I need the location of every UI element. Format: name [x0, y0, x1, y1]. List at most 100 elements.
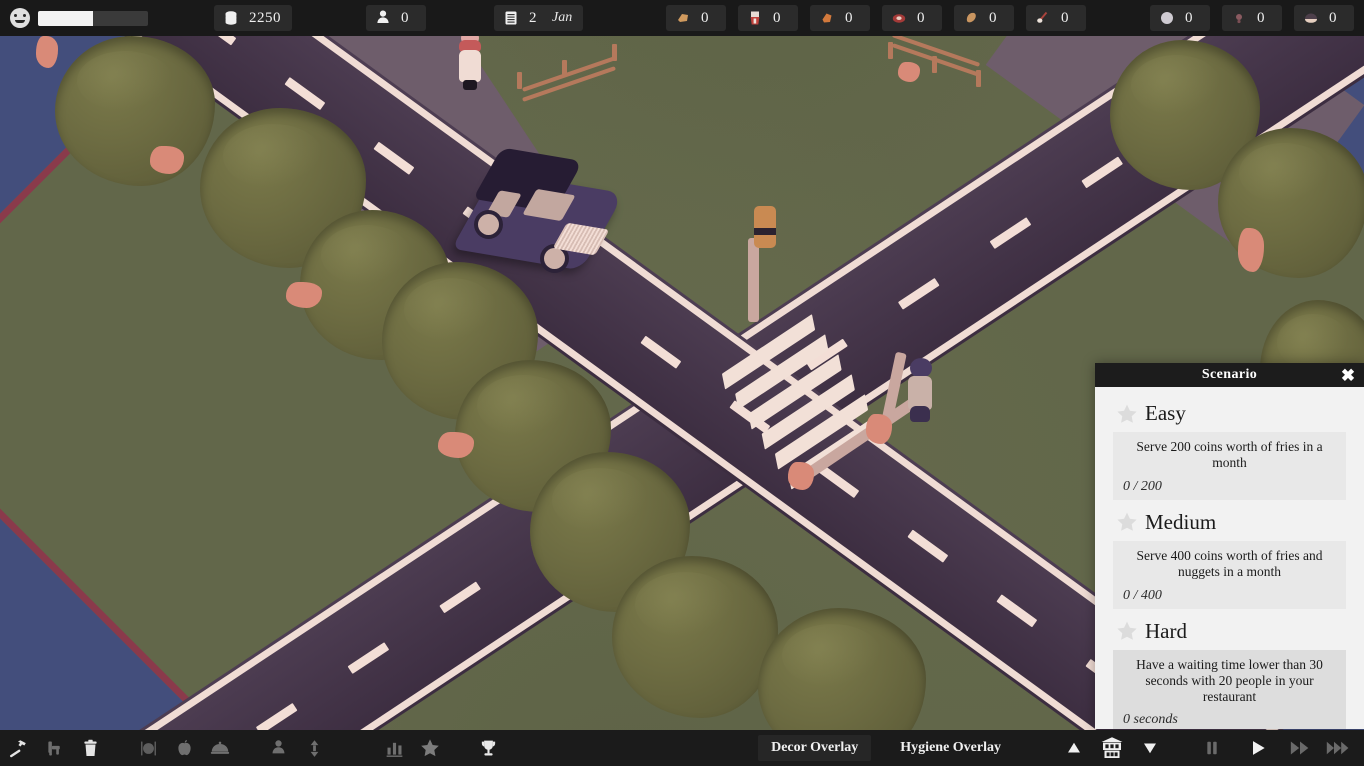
fries-box-icon: [746, 9, 764, 27]
close-icon[interactable]: ✖: [1337, 363, 1359, 387]
scenario-goal-progress: 0 seconds: [1123, 712, 1178, 728]
date-day: 2: [529, 9, 537, 26]
top-hud-bar: 2250 0 2 Jan 0 0 0 0 0 0 0 0 0: [0, 0, 1364, 36]
car-wheel-front: [544, 248, 565, 269]
calendar-icon: [502, 9, 520, 27]
money-value: 2250: [249, 9, 281, 26]
scenario-panel-header: Scenario ✖: [1095, 363, 1364, 387]
date-chip: 2 Jan: [494, 5, 584, 31]
fast-forward-icon[interactable]: [1282, 730, 1318, 766]
smiley-face-icon: [10, 8, 30, 28]
building-icon[interactable]: [1094, 730, 1130, 766]
prop-rock: [438, 432, 474, 458]
trophy-icon[interactable]: [470, 730, 506, 766]
resource-chip-sauce: 0: [1026, 5, 1086, 31]
date-month: Jan: [552, 10, 573, 25]
tree: [612, 556, 778, 718]
scenario-tier-easy: Easy: [1115, 401, 1346, 426]
floor-selector: [1056, 730, 1168, 766]
resource-value: 0: [989, 9, 997, 26]
plate-icon[interactable]: [130, 730, 166, 766]
scenario-tier-medium: Medium: [1115, 510, 1346, 535]
car-wheel-rear: [478, 214, 499, 235]
prop-rock: [286, 282, 322, 308]
scenario-tier-name: Hard: [1145, 618, 1187, 643]
scenario-goal-easy: Serve 200 coins worth of fries in a mont…: [1113, 432, 1346, 500]
resource-chip-fries: 0: [738, 5, 798, 31]
hammer-icon[interactable]: [0, 730, 36, 766]
hygiene-overlay-button[interactable]: Hygiene Overlay: [887, 735, 1014, 761]
toolbar-group-staff: [260, 730, 332, 766]
resource-value: 0: [701, 9, 709, 26]
resource-chip-dough: 0: [1150, 5, 1210, 31]
scenario-panel-title: Scenario: [1201, 367, 1258, 382]
cloche-icon[interactable]: [202, 730, 238, 766]
scenario-panel: Scenario ✖ Easy Serve 200 coins worth of…: [1095, 363, 1364, 729]
trash-icon[interactable]: [72, 730, 108, 766]
toolbar-group-stats: [376, 730, 448, 766]
berry-icon: [1230, 9, 1248, 27]
nugget-icon: [818, 9, 836, 27]
chair-icon[interactable]: [36, 730, 72, 766]
potato-icon: [674, 9, 692, 27]
scenario-tier-name: Easy: [1145, 401, 1186, 425]
population-chip: 0: [366, 5, 426, 31]
toolbar-group-menu: [130, 730, 238, 766]
resource-value: 0: [917, 9, 925, 26]
toolbar-group-goals: [470, 730, 506, 766]
resource-chip-bun: 0: [1294, 5, 1354, 31]
star-icon: [1115, 619, 1139, 643]
prop-rock: [1238, 228, 1264, 272]
scenario-goal-progress: 0 / 400: [1123, 587, 1162, 603]
apple-icon[interactable]: [166, 730, 202, 766]
resource-chip-potato: 0: [666, 5, 726, 31]
scenario-goal-description: Serve 400 coins worth of fries and nugge…: [1136, 547, 1323, 579]
tree: [55, 36, 215, 186]
resource-value: 0: [845, 9, 853, 26]
star-icon: [1115, 402, 1139, 426]
very-fast-forward-icon[interactable]: [1320, 730, 1356, 766]
money-chip: 2250: [214, 5, 292, 31]
person-icon: [374, 9, 392, 27]
resource-value: 0: [1185, 9, 1193, 26]
resource-chip-nugget: 0: [810, 5, 870, 31]
triangle-down-icon[interactable]: [1132, 730, 1168, 766]
coin-stack-icon: [222, 9, 240, 27]
resource-chip-chicken: 0: [954, 5, 1014, 31]
resource-value: 0: [1329, 9, 1337, 26]
bun-icon: [1302, 9, 1320, 27]
scenario-tier-name: Medium: [1145, 509, 1217, 534]
resource-value: 0: [1061, 9, 1069, 26]
play-icon[interactable]: [1240, 730, 1276, 766]
employee-icon[interactable]: [260, 730, 296, 766]
triangle-up-icon[interactable]: [1056, 730, 1092, 766]
resource-chip-berry: 0: [1222, 5, 1282, 31]
scenario-tier-hard: Hard: [1115, 619, 1346, 644]
prop-rock: [898, 62, 920, 82]
prop-rock: [36, 36, 58, 68]
bar-chart-icon[interactable]: [376, 730, 412, 766]
resource-value: 0: [773, 9, 781, 26]
speed-controls: [1194, 730, 1356, 766]
pause-icon[interactable]: [1194, 730, 1230, 766]
scenario-goal-medium: Serve 400 coins worth of fries and nugge…: [1113, 540, 1346, 609]
scenario-goal-hard: Have a waiting time lower than 30 second…: [1113, 649, 1346, 729]
prop-rock: [150, 146, 184, 174]
star-icon[interactable]: [412, 730, 448, 766]
happiness-bar: [38, 10, 148, 26]
happiness-bar-fill: [38, 10, 93, 26]
bottom-toolbar: Decor Overlay Hygiene Overlay: [0, 730, 1364, 766]
toolbar-group-build: [0, 730, 108, 766]
scenario-goal-progress: 0 / 200: [1123, 478, 1162, 494]
chicken-icon: [962, 9, 980, 27]
star-icon: [1115, 510, 1139, 534]
scenario-goal-description: Have a waiting time lower than 30 second…: [1136, 656, 1323, 704]
resource-chip-meat: 0: [882, 5, 942, 31]
population-value: 0: [401, 9, 409, 26]
car: [451, 147, 625, 276]
resource-value: 0: [1257, 9, 1265, 26]
decor-overlay-button[interactable]: Decor Overlay: [758, 735, 872, 761]
dough-ball-icon: [1158, 9, 1176, 27]
scenario-goal-description: Serve 200 coins worth of fries in a mont…: [1136, 439, 1323, 470]
updown-arrows-icon[interactable]: [296, 730, 332, 766]
